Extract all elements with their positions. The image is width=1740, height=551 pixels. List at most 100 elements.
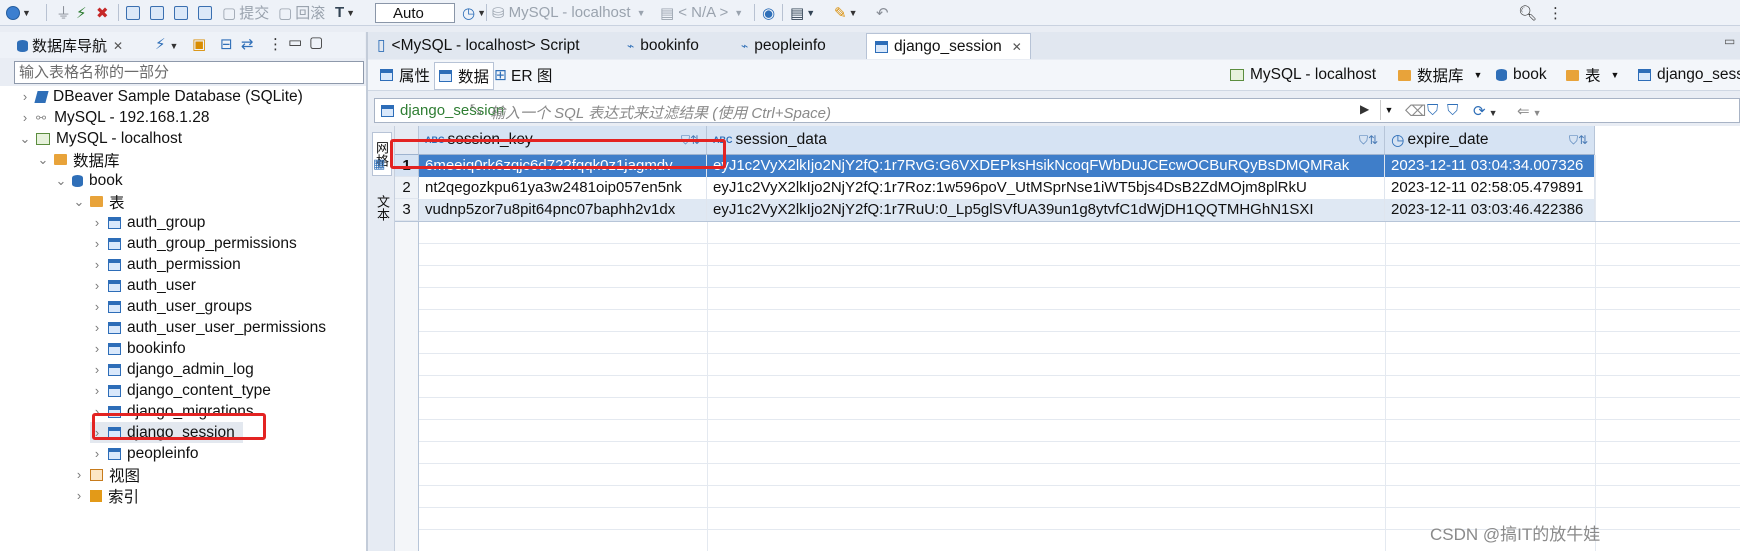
link-with-editor-icon[interactable]: ⇄	[241, 35, 254, 53]
column-filter-icon[interactable]: ⛉⇅	[1359, 133, 1378, 148]
subtab-properties[interactable]: 属性	[380, 62, 430, 88]
subtab-data[interactable]: 数据	[434, 62, 495, 90]
transaction-mode-dropdown[interactable]: T ▼	[335, 3, 355, 22]
expand-icon[interactable]: ›	[90, 299, 104, 314]
transaction-log-icon[interactable]	[174, 3, 188, 22]
filter-settings-icon[interactable]: ⛉	[1447, 102, 1458, 119]
grid-cell-session-data[interactable]: eyJ1c2VyX2lkIjo2NjY2fQ:1r7RuU:0_Lp5glSVf…	[707, 199, 1385, 221]
grid-cell-session-data[interactable]: eyJ1c2VyX2lkIjo2NjY2fQ:1r7RvG:G6VXDEPksH…	[707, 155, 1385, 177]
invalidate-icon[interactable]: ✖	[96, 3, 109, 22]
grid-cell-expire-date[interactable]: 2023-12-11 02:58:05.479891	[1385, 177, 1595, 199]
expand-icon[interactable]: ›	[90, 362, 104, 377]
tree-node-table[interactable]: › auth_user	[90, 275, 196, 296]
pending-transactions-icon[interactable]	[198, 3, 212, 22]
back-nav-icon[interactable]: ↶	[876, 3, 889, 22]
expand-icon[interactable]: ›	[90, 341, 104, 356]
active-schema-selector[interactable]: ▤ < N/A > ▼	[660, 3, 743, 22]
minimize-icon[interactable]: ▭	[288, 33, 302, 51]
sql-filter-input[interactable]: 输入一个 SQL 表达式来过滤结果 (使用 Ctrl+Space)	[490, 102, 1350, 123]
chevron-down-icon[interactable]: ▼	[1611, 70, 1620, 80]
grid-cell-session-key[interactable]: vudnp5zor7u8pit64pnc07baphh2v1dx	[419, 199, 707, 221]
clear-filter-icon[interactable]: ⌫	[1405, 102, 1426, 120]
maximize-icon[interactable]: ▢	[309, 33, 323, 51]
tree-node-book[interactable]: ⌄ book	[54, 170, 123, 191]
grid-cell-session-data[interactable]: eyJ1c2VyX2lkIjo2NjY2fQ:1r7Roz:1w596poV_U…	[707, 177, 1385, 199]
dashboard-icon[interactable]: ◉	[762, 3, 775, 22]
expand-icon[interactable]: ›	[72, 467, 86, 482]
back-icon[interactable]: ⇐ ▼	[1517, 102, 1542, 120]
tree-node-indexes[interactable]: › 索引	[72, 485, 139, 506]
search-icon[interactable]: 🔍︎	[1518, 3, 1537, 22]
collapse-all-icon[interactable]: ⊟	[220, 35, 233, 53]
view-menu-icon[interactable]: ⋮	[268, 35, 283, 53]
history-icon[interactable]: ◷ ▼	[462, 3, 486, 22]
breadcrumb-book[interactable]: book	[1496, 62, 1547, 88]
chevron-down-icon[interactable]: ▼	[1474, 70, 1483, 80]
row-number[interactable]: 2	[395, 177, 419, 199]
expand-icon[interactable]: ›	[90, 383, 104, 398]
filter-icon[interactable]: ⛉	[1427, 102, 1438, 119]
rollback-button[interactable]: ▢ 回滚	[278, 3, 325, 23]
tree-node-table[interactable]: › auth_group	[90, 212, 206, 233]
tree-node-table[interactable]: › auth_group_permissions	[90, 233, 297, 254]
grid-cell-expire-date[interactable]: 2023-12-11 03:03:46.422386	[1385, 199, 1595, 221]
close-tab-icon[interactable]: ✕	[1012, 40, 1022, 54]
new-connection-icon[interactable]: ⚡ ▼	[155, 35, 178, 53]
expand-icon[interactable]: ›	[18, 89, 32, 104]
filter-history-dropdown[interactable]: ▼	[1380, 100, 1397, 120]
collapse-icon[interactable]: ⌄	[54, 173, 68, 189]
tree-node-tables[interactable]: ⌄ 表	[72, 191, 125, 212]
collapse-icon[interactable]: ⌄	[36, 152, 50, 168]
expand-filter-icon[interactable]: ⤡	[470, 101, 481, 118]
breadcrumb-table[interactable]: django_sess	[1638, 62, 1740, 88]
transaction-mode-icon[interactable]	[126, 3, 140, 22]
tree-node-table[interactable]: › auth_permission	[90, 254, 241, 275]
breadcrumb-databases[interactable]: 数据库 ▼	[1398, 62, 1482, 88]
more-options-icon[interactable]: ⋮	[1548, 3, 1563, 22]
column-header-expire-date[interactable]: ◷ expire_date ⛉⇅	[1385, 126, 1595, 155]
navigator-title-tab[interactable]: 数据库导航 ✕	[17, 35, 123, 56]
tab-django-session[interactable]: django_session ✕	[866, 33, 1031, 59]
close-icon[interactable]: ✕	[113, 39, 123, 53]
tree-node-table[interactable]: › bookinfo	[90, 338, 186, 359]
disconnect-icon[interactable]: ⏚	[56, 3, 71, 22]
refresh-icon[interactable]: ⟳ ▼	[1473, 102, 1498, 120]
tree-node-table[interactable]: › django_content_type	[90, 380, 271, 401]
tree-node-table[interactable]: › peopleinfo	[90, 443, 199, 464]
grid-cell-session-key[interactable]: nt2qegozkpu61ya3w2481oip057en5nk	[419, 177, 707, 199]
smart-commit-icon[interactable]	[150, 3, 164, 22]
tools-icon[interactable]: ✎ ▼	[834, 3, 858, 22]
connect-icon[interactable]: ⚡	[76, 3, 87, 22]
tab-peopleinfo[interactable]: ⌁ peopleinfo	[741, 33, 826, 58]
grid-cell-expire-date[interactable]: 2023-12-11 03:04:34.007326	[1385, 155, 1595, 177]
expand-icon[interactable]: ›	[90, 236, 104, 251]
commit-mode-select[interactable]: Auto	[375, 2, 455, 23]
tab-script[interactable]: ▯ <MySQL - localhost> Script	[377, 33, 580, 58]
subtab-er-diagram[interactable]: ⊞ ER 图	[494, 62, 552, 88]
tab-overflow-icon[interactable]: ▭	[1724, 34, 1735, 48]
expand-icon[interactable]: ›	[90, 278, 104, 293]
column-filter-icon[interactable]: ⛉⇅	[1569, 133, 1588, 148]
collapse-icon[interactable]: ⌄	[72, 194, 86, 210]
tree-node-mysql-remote[interactable]: › ⚯ MySQL - 192.168.1.28	[18, 107, 210, 128]
tab-bookinfo[interactable]: ⌁ bookinfo	[627, 33, 699, 58]
commit-button[interactable]: ▢ 提交	[222, 3, 269, 23]
tree-node-table[interactable]: › django_admin_log	[90, 359, 254, 380]
breadcrumb-tables[interactable]: 表 ▼	[1566, 62, 1619, 88]
tree-node-views[interactable]: › 视图	[72, 464, 140, 485]
apply-filter-icon[interactable]: ▶	[1360, 102, 1369, 116]
panel-splitter[interactable]	[366, 32, 368, 551]
sql-editor-icon[interactable]: ▤ ▼	[790, 3, 815, 22]
expand-icon[interactable]: ›	[90, 257, 104, 272]
tree-node-databases[interactable]: ⌄ 数据库	[36, 149, 120, 170]
collapse-icon[interactable]: ⌄	[18, 131, 32, 147]
new-connection-button[interactable]: ▼	[6, 3, 31, 22]
expand-icon[interactable]: ›	[18, 110, 32, 125]
side-tab-text[interactable]: 文本	[372, 186, 392, 230]
column-header-session-data[interactable]: ABC session_data ⛉⇅	[707, 126, 1385, 155]
expand-icon[interactable]: ›	[72, 488, 86, 503]
new-folder-icon[interactable]: ▣	[192, 35, 206, 53]
breadcrumb-connection[interactable]: MySQL - localhost	[1230, 62, 1376, 88]
expand-icon[interactable]: ›	[90, 446, 104, 461]
tree-node-dbeaver-sample[interactable]: › DBeaver Sample Database (SQLite)	[18, 86, 303, 107]
